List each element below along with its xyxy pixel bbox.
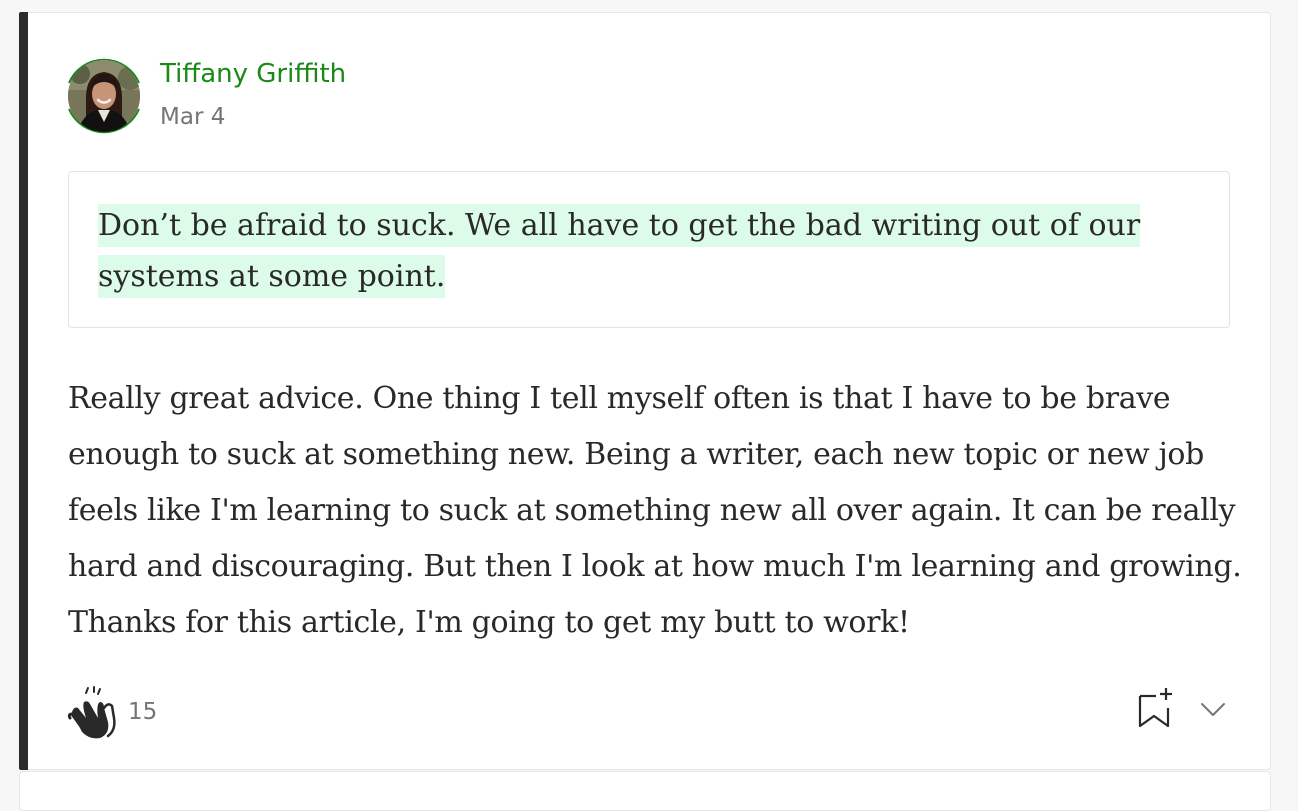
chevron-down-icon: [1201, 703, 1225, 716]
author-name-link[interactable]: Tiffany Griffith: [160, 56, 346, 92]
quote-text-block: Don’t be afraid to suck. We all have to …: [98, 200, 1208, 302]
next-response-card: [19, 771, 1271, 811]
bookmark-button[interactable]: [1134, 684, 1178, 732]
response-accent-bar: [19, 12, 28, 770]
bookmark-add-icon: [1138, 688, 1172, 728]
highlighted-quote[interactable]: Don’t be afraid to suck. We all have to …: [68, 171, 1230, 328]
clap-icon: [67, 686, 116, 739]
response-body: Really great advice. One thing I tell my…: [68, 381, 1242, 640]
clap-button[interactable]: [64, 684, 120, 740]
response-date[interactable]: Mar 4: [160, 101, 225, 133]
quote-highlight: Don’t be afraid to suck. We all have to …: [98, 204, 1141, 298]
clap-count: 15: [128, 699, 158, 725]
more-options-button[interactable]: [1196, 694, 1230, 724]
author-avatar[interactable]: [61, 53, 147, 139]
person-silhouette-icon: [68, 60, 140, 132]
avatar-photo: [68, 60, 140, 132]
